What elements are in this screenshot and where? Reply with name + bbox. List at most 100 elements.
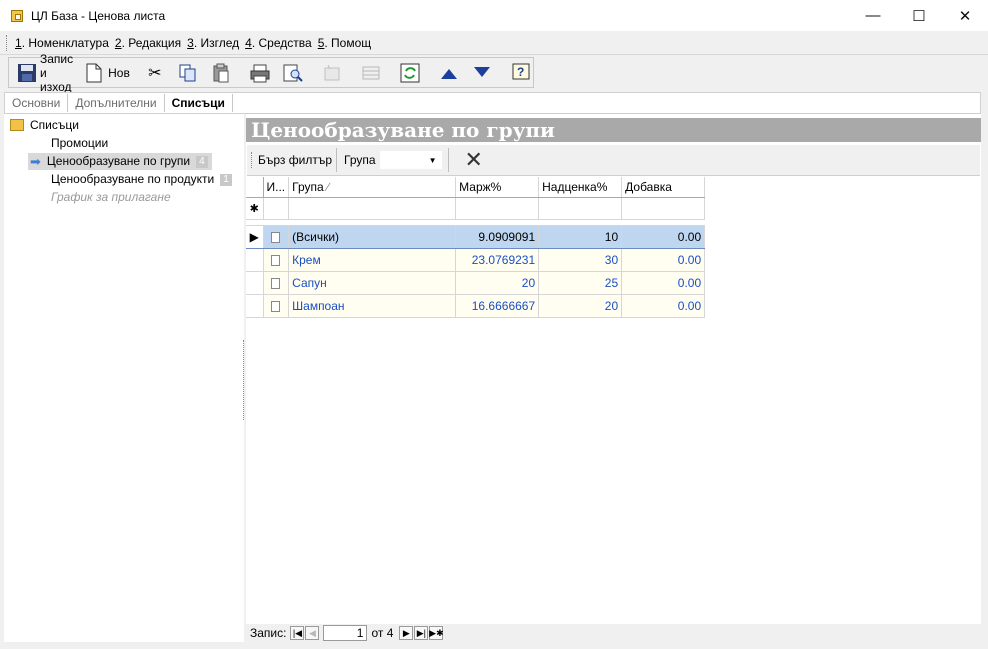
save-icon (17, 62, 37, 84)
menu-nomenclature[interactable]: 1. Номенклатура (15, 36, 109, 50)
move-down-button[interactable] (467, 60, 500, 86)
column-header-group[interactable]: Група ∕ (288, 177, 457, 198)
document-icon (271, 254, 281, 266)
window-title: ЦЛ База - Ценова листа (31, 8, 166, 23)
print-icon (249, 62, 271, 84)
title-bar: ЦЛ База - Ценова листа — ☐ ✕ (0, 0, 988, 31)
groups-grid: И... Група ∕ Марж% Надценка% Добавка ✱ ▶… (246, 177, 706, 318)
maximize-button[interactable]: ☐ (896, 0, 942, 31)
document-icon (271, 231, 281, 243)
document-icon (271, 277, 281, 289)
column-header-markup[interactable]: Надценка% (538, 177, 623, 198)
toolbar-grip (251, 152, 254, 168)
record-label: Запис: (250, 626, 287, 640)
save-exit-button[interactable]: Запис и изход (13, 52, 79, 94)
cell-group[interactable]: Сапун (288, 271, 457, 295)
refresh-button[interactable] (395, 60, 428, 86)
document-icon (271, 300, 281, 312)
menu-tools[interactable]: 4. Средства (245, 36, 312, 50)
cut-button[interactable]: ✂ (140, 60, 173, 86)
quick-filter-label[interactable]: Бърз филтър (258, 153, 332, 167)
help-icon: ? (510, 62, 532, 84)
toolbar: Запис и изход Нов ✂ ? (8, 52, 534, 94)
tab-lists[interactable]: Списъци (165, 94, 233, 112)
arrow-right-icon: ➡ (30, 154, 41, 169)
print-preview-button[interactable] (278, 60, 311, 86)
menu-help[interactable]: 5. Помощ (318, 36, 371, 50)
svg-text:?: ? (517, 65, 524, 79)
current-row-indicator: ▶ (246, 224, 264, 249)
content-panel: Ценообразуване по групи Бърз филтър Груп… (246, 114, 981, 642)
cell-addition[interactable]: 0.00 (621, 248, 706, 272)
copy-icon (177, 62, 199, 84)
menu-bar: 1. Номенклатура 2. Редакция 3. Изглед 4.… (0, 31, 988, 55)
cell-markup[interactable]: 20 (538, 294, 623, 318)
tree-item-promotions[interactable]: Промоции (51, 135, 108, 152)
table-row[interactable]: ▶ (Всички) 9.0909091 10 0.00 (246, 224, 706, 249)
tree-item-pricing-by-groups[interactable]: ➡ Ценообразуване по групи 4 (28, 153, 212, 170)
tab-strip: Основни Допълнителни Списъци (4, 92, 981, 114)
table-row[interactable]: Шампоан 16.6666667 20 0.00 (246, 294, 706, 318)
group-filter-combo[interactable]: ▼ (379, 151, 442, 169)
tree-item-schedule: График за прилагане (51, 190, 171, 204)
count-badge: 4 (196, 155, 208, 168)
cut-icon: ✂ (148, 64, 162, 82)
prev-record-button[interactable]: ◀ (305, 626, 320, 640)
record-navigator: Запис: |◀ ◀ 1 от 4 ▶ ▶| ▶✱ (246, 624, 981, 642)
folder-icon (10, 119, 24, 131)
paste-button[interactable] (206, 60, 239, 86)
first-record-button[interactable]: |◀ (290, 626, 305, 640)
move-up-button[interactable] (434, 60, 467, 86)
arrow-down-icon (471, 62, 493, 84)
tree-root[interactable]: Списъци (10, 118, 79, 132)
tab-main[interactable]: Основни (5, 94, 69, 112)
properties-icon (321, 62, 343, 84)
cell-group[interactable]: Шампоан (288, 294, 457, 318)
next-record-button[interactable]: ▶ (399, 626, 414, 640)
tree-panel: Списъци Промоции ➡ Ценообразуване по гру… (4, 114, 244, 642)
table-view-button[interactable] (356, 60, 389, 86)
new-row[interactable]: ✱ (246, 197, 706, 220)
dropdown-arrow-icon: ▼ (428, 155, 437, 165)
properties-button[interactable] (317, 60, 350, 86)
clear-filter-icon[interactable]: ✕ (465, 149, 483, 171)
cell-group[interactable]: Крем (288, 248, 457, 272)
tree-item-pricing-by-products[interactable]: Ценообразуване по продукти 1 (51, 171, 232, 188)
record-number-input[interactable]: 1 (323, 625, 368, 641)
count-badge: 1 (220, 173, 232, 186)
print-button[interactable] (245, 60, 278, 86)
table-icon (360, 62, 382, 84)
cell-markup[interactable]: 25 (538, 271, 623, 295)
cell-margin[interactable]: 16.6666667 (455, 294, 540, 318)
new-row-marker: ✱ (246, 197, 264, 220)
column-header-icon[interactable]: И... (263, 177, 290, 198)
help-button[interactable]: ? (506, 60, 539, 86)
cell-margin[interactable]: 23.0769231 (455, 248, 540, 272)
row-indicator-header (246, 177, 264, 198)
cell-addition[interactable]: 0.00 (621, 271, 706, 295)
column-header-addition[interactable]: Добавка (621, 177, 706, 198)
column-header-margin[interactable]: Марж% (455, 177, 540, 198)
close-button[interactable]: ✕ (942, 0, 988, 31)
new-button[interactable]: Нов (79, 60, 134, 86)
menu-grip (6, 34, 9, 51)
refresh-icon (399, 62, 421, 84)
copy-button[interactable] (173, 60, 206, 86)
minimize-button[interactable]: — (850, 0, 896, 31)
cell-margin[interactable]: 20 (455, 271, 540, 295)
cell-group[interactable]: (Всички) (288, 224, 457, 249)
menu-view[interactable]: 3. Изглед (187, 36, 239, 50)
cell-addition[interactable]: 0.00 (621, 224, 706, 249)
cell-markup[interactable]: 10 (538, 224, 623, 249)
cell-markup[interactable]: 30 (538, 248, 623, 272)
panel-title: Ценообразуване по групи (246, 118, 981, 142)
tab-additional[interactable]: Допълнителни (68, 94, 165, 112)
paste-icon (210, 62, 232, 84)
menu-edit[interactable]: 2. Редакция (115, 36, 181, 50)
table-row[interactable]: Сапун 20 25 0.00 (246, 271, 706, 295)
new-record-button[interactable]: ▶✱ (429, 626, 444, 640)
table-row[interactable]: Крем 23.0769231 30 0.00 (246, 248, 706, 272)
last-record-button[interactable]: ▶| (414, 626, 429, 640)
cell-addition[interactable]: 0.00 (621, 294, 706, 318)
cell-margin[interactable]: 9.0909091 (455, 224, 540, 249)
